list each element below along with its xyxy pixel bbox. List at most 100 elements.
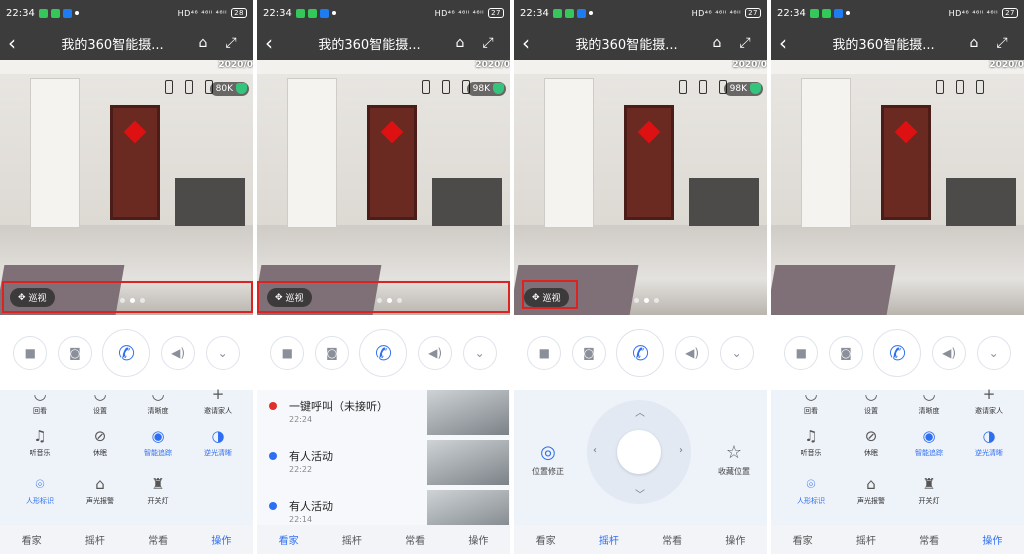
camera-feed[interactable]: 2020/0 98K ✥ 巡视 <box>514 60 767 315</box>
camera-icon[interactable]: ◙ <box>571 335 606 370</box>
tab-frequent[interactable]: 常看 <box>405 532 425 547</box>
event-thumbnail[interactable] <box>427 390 509 435</box>
table-image <box>432 178 502 226</box>
chevron-down-icon[interactable]: ⌄ <box>205 335 240 370</box>
tab-operate[interactable]: 操作 <box>982 532 1002 547</box>
tab-frequent[interactable]: 常看 <box>919 532 939 547</box>
volume-icon[interactable]: ◀) <box>418 335 453 370</box>
op-alarm[interactable]: ⌂ 声光报警 <box>70 474 130 506</box>
video-icon[interactable]: ■ <box>13 335 48 370</box>
phone-icon[interactable]: ✆ <box>359 328 408 377</box>
op-sleep[interactable]: ⊘ 休眠 <box>70 426 130 458</box>
op-light[interactable]: ♜ 开关灯 <box>899 474 959 506</box>
joystick-knob[interactable] <box>617 430 661 474</box>
tab-operate[interactable]: 操作 <box>468 532 488 547</box>
status-bar: 22:34 HD⁴⁶ ⁴⁶ᴵᴵ ⁴⁶ᴵᴵ 27 <box>771 0 1024 26</box>
tab-frequent[interactable]: 常看 <box>148 532 168 547</box>
op-backlight[interactable]: ◑ 逆光清晰 <box>188 426 248 458</box>
tab-joystick[interactable]: 摇杆 <box>85 532 105 547</box>
speed-badge: 80K <box>209 82 249 96</box>
hd-icon: ◡ <box>922 385 936 403</box>
video-icon[interactable]: ■ <box>784 335 819 370</box>
op-settings[interactable]: ◡ 设置 <box>70 384 130 416</box>
tab-joystick[interactable]: 摇杆 <box>342 532 362 547</box>
back-icon[interactable]: ‹ <box>522 31 550 55</box>
share-icon[interactable]: ⌂ <box>189 35 217 51</box>
position-correct-button[interactable]: ◎ 位置修正 <box>518 442 578 477</box>
op-tracking[interactable]: ◉ 智能追踪 <box>128 426 188 458</box>
camera-icon[interactable]: ◙ <box>828 335 863 370</box>
app-icon <box>307 8 317 18</box>
joystick[interactable]: ︿ ﹀ ‹ › <box>587 400 691 504</box>
camera-icon[interactable]: ◙ <box>314 335 349 370</box>
tab-joystick[interactable]: 摇杆 <box>599 532 619 547</box>
camera-feed[interactable]: 2020/0 80K ✥ 巡视 <box>0 60 253 315</box>
chevron-down-icon[interactable]: ⌄ <box>976 335 1011 370</box>
fullscreen-icon[interactable]: ⤢ <box>474 35 502 51</box>
op-music[interactable]: ♫ 听音乐 <box>781 426 841 458</box>
share-icon[interactable]: ⌂ <box>446 35 474 51</box>
tab-home[interactable]: 看家 <box>793 532 813 547</box>
share-icon[interactable]: ⌂ <box>703 35 731 51</box>
chevron-down-icon[interactable]: ⌄ <box>719 335 754 370</box>
op-backlight[interactable]: ◑ 逆光清晰 <box>959 426 1019 458</box>
op-clarity[interactable]: ◡ 清晰度 <box>128 384 188 416</box>
event-item[interactable]: 有人活动 22:22 <box>257 440 510 490</box>
op-invite[interactable]: + 邀请家人 <box>959 384 1019 416</box>
camera-feed[interactable]: 2020/0 98K ✥ 巡视 <box>257 60 510 315</box>
control-bar: ■ ◙ ✆ ◀) ⌄ <box>514 315 767 390</box>
arrow-right-icon[interactable]: › <box>679 445 683 456</box>
location-icon <box>74 11 79 15</box>
tab-operate[interactable]: 操作 <box>211 532 231 547</box>
op-alarm[interactable]: ⌂ 声光报警 <box>841 474 901 506</box>
op-invite[interactable]: + 邀请家人 <box>188 384 248 416</box>
cabinet-image <box>801 78 851 228</box>
shield-icon <box>236 83 247 94</box>
volume-icon[interactable]: ◀) <box>675 335 710 370</box>
phone-icon[interactable]: ✆ <box>102 328 151 377</box>
op-light[interactable]: ♜ 开关灯 <box>128 474 188 506</box>
video-icon[interactable]: ■ <box>527 335 562 370</box>
volume-icon[interactable]: ◀) <box>932 335 967 370</box>
tab-home[interactable]: 看家 <box>22 532 42 547</box>
arrow-up-icon[interactable]: ︿ <box>635 404 645 419</box>
fullscreen-icon[interactable]: ⤢ <box>731 35 759 51</box>
app-icon <box>50 8 60 18</box>
op-playback[interactable]: ◡ 回看 <box>781 384 841 416</box>
phone-icon[interactable]: ✆ <box>873 328 922 377</box>
tab-home[interactable]: 看家 <box>279 532 299 547</box>
phone-icon[interactable]: ✆ <box>616 328 665 377</box>
op-human[interactable]: ⌾ 人形标识 <box>781 474 841 506</box>
back-icon[interactable]: ‹ <box>779 31 807 55</box>
share-icon[interactable]: ⌂ <box>960 35 988 51</box>
video-icon[interactable]: ■ <box>270 335 305 370</box>
arrow-down-icon[interactable]: ﹀ <box>635 486 645 501</box>
chat-icon <box>809 8 819 18</box>
tab-home[interactable]: 看家 <box>536 532 556 547</box>
op-tracking[interactable]: ◉ 智能追踪 <box>899 426 959 458</box>
arrow-left-icon[interactable]: ‹ <box>593 445 597 456</box>
back-icon[interactable]: ‹ <box>265 31 293 55</box>
op-sleep[interactable]: ⊘ 休眠 <box>841 426 901 458</box>
event-thumbnail[interactable] <box>427 440 509 485</box>
save-position-button[interactable]: ☆ 收藏位置 <box>704 442 764 477</box>
page-title: 我的360智能摄... <box>832 37 935 53</box>
hd-icon: ◡ <box>151 385 165 403</box>
camera-feed[interactable]: 2020/0 <box>771 60 1024 315</box>
fullscreen-icon[interactable]: ⤢ <box>217 35 245 51</box>
op-settings[interactable]: ◡ 设置 <box>841 384 901 416</box>
fullscreen-icon[interactable]: ⤢ <box>988 35 1016 51</box>
op-clarity[interactable]: ◡ 清晰度 <box>899 384 959 416</box>
table-image <box>946 178 1016 226</box>
op-music[interactable]: ♫ 听音乐 <box>10 426 70 458</box>
tab-frequent[interactable]: 常看 <box>662 532 682 547</box>
tab-joystick[interactable]: 摇杆 <box>856 532 876 547</box>
event-item[interactable]: 一键呼叫（未接听） 22:24 <box>257 390 510 440</box>
volume-icon[interactable]: ◀) <box>161 335 196 370</box>
chevron-down-icon[interactable]: ⌄ <box>462 335 497 370</box>
op-playback[interactable]: ◡ 回看 <box>10 384 70 416</box>
tab-operate[interactable]: 操作 <box>725 532 745 547</box>
back-icon[interactable]: ‹ <box>8 31 36 55</box>
camera-icon[interactable]: ◙ <box>57 335 92 370</box>
op-human[interactable]: ⌾ 人形标识 <box>10 474 70 506</box>
